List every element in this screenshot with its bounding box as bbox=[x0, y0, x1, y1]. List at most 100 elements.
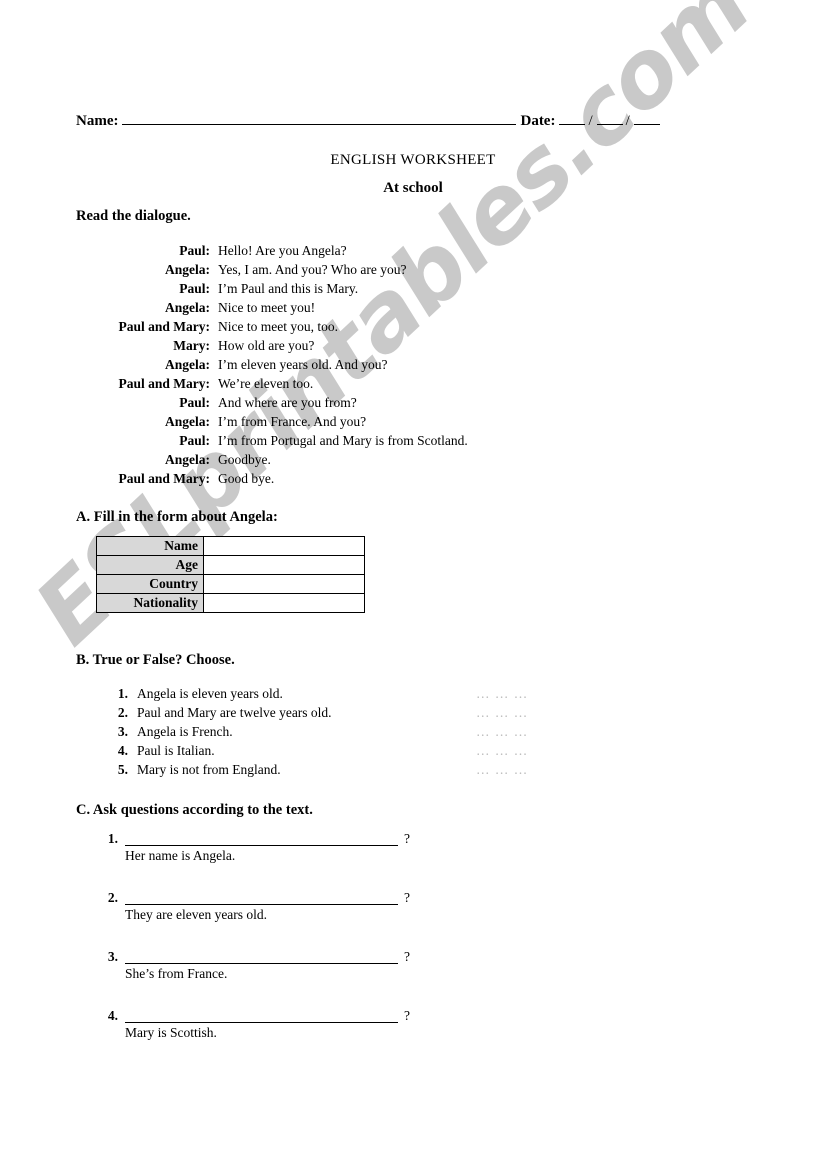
dialogue-text: I’m eleven years old. And you? bbox=[218, 357, 388, 372]
dialogue-speaker: Angela: bbox=[165, 357, 210, 372]
question-mark: ? bbox=[404, 949, 410, 964]
form-row-value[interactable] bbox=[203, 555, 365, 575]
table-row: Age bbox=[96, 555, 365, 575]
dialogue-line: Paul and Mary: Good bye. bbox=[76, 469, 636, 488]
dialogue-speaker: Paul: bbox=[179, 281, 210, 296]
question-write-line[interactable] bbox=[125, 1007, 398, 1023]
dialogue-line: Paul: And where are you from? bbox=[76, 393, 636, 412]
true-false-answer-blank[interactable]: … … … bbox=[476, 703, 554, 722]
table-row: Country bbox=[96, 574, 365, 594]
true-false-statement: Paul and Mary are twelve years old. bbox=[137, 705, 332, 720]
dialogue-text: I’m from Portugal and Mary is from Scotl… bbox=[218, 433, 468, 448]
dialogue-speaker: Paul and Mary: bbox=[118, 471, 210, 486]
question-block: 1.? Her name is Angela. bbox=[96, 830, 516, 889]
dialogue-speaker: Angela: bbox=[165, 414, 210, 429]
dialogue-speaker: Angela: bbox=[165, 300, 210, 315]
true-false-statement: Mary is not from England. bbox=[137, 762, 281, 777]
true-false-statement: Paul is Italian. bbox=[137, 743, 215, 758]
form-table-body: Name Age Country Nationality bbox=[96, 536, 365, 613]
question-line-row: ? bbox=[125, 948, 410, 964]
question-number: 3. bbox=[107, 949, 118, 964]
dialogue-text: And where are you from? bbox=[218, 395, 357, 410]
dialogue-line: Paul: Hello! Are you Angela? bbox=[76, 241, 636, 260]
dialogue-text: How old are you? bbox=[218, 338, 315, 353]
dialogue-speaker: Paul: bbox=[179, 243, 210, 258]
dialogue-text: Nice to meet you, too. bbox=[218, 319, 338, 334]
dialogue-speaker: Angela: bbox=[165, 262, 210, 277]
section-a-heading: A. Fill in the form about Angela: bbox=[76, 509, 278, 525]
dialogue-list: Paul: Hello! Are you Angela? Angela: Yes, I… bbox=[76, 241, 636, 488]
name-input-line[interactable] bbox=[122, 124, 517, 125]
date-day-blank[interactable] bbox=[559, 124, 586, 125]
dialogue-text: Yes, I am. And you? Who are you? bbox=[218, 262, 407, 277]
dialogue-speaker: Paul: bbox=[179, 433, 210, 448]
date-label: Date: bbox=[520, 113, 556, 129]
question-mark: ? bbox=[404, 831, 410, 846]
form-row-value[interactable] bbox=[203, 574, 365, 594]
table-row: Name bbox=[96, 536, 365, 556]
date-separator-2: / bbox=[625, 113, 630, 129]
dialogue-line: Angela: Yes, I am. And you? Who are you? bbox=[76, 260, 636, 279]
list-item-number: 3. bbox=[117, 724, 128, 739]
section-c-heading: C. Ask questions according to the text. bbox=[76, 802, 313, 818]
name-label: Name: bbox=[76, 113, 119, 129]
dialogue-speaker: Paul and Mary: bbox=[118, 319, 210, 334]
dialogue-speaker: Paul: bbox=[179, 395, 210, 410]
form-row-label: Age bbox=[96, 555, 204, 575]
worksheet-subtitle: At school bbox=[383, 180, 443, 196]
true-false-answer-blank[interactable]: … … … bbox=[476, 722, 554, 741]
form-row-value[interactable] bbox=[203, 593, 365, 613]
true-false-answer-blank[interactable]: … … … bbox=[476, 760, 554, 779]
dialogue-speaker: Paul and Mary: bbox=[118, 376, 210, 391]
true-false-answer-blank[interactable]: … … … bbox=[476, 741, 554, 760]
question-number: 4. bbox=[107, 1008, 118, 1023]
question-block: 3.? She’s from France. bbox=[96, 948, 516, 1007]
name-date-row: Name: Date: / / bbox=[76, 113, 756, 130]
dialogue-line: Angela: I’m eleven years old. And you? bbox=[76, 355, 636, 374]
read-dialogue-heading: Read the dialogue. bbox=[76, 208, 191, 224]
list-item-number: 4. bbox=[117, 743, 128, 758]
dialogue-speaker: Mary: bbox=[173, 338, 210, 353]
list-item: 4. Paul is Italian. … … … bbox=[104, 741, 554, 760]
dialogue-text: Good bye. bbox=[218, 471, 275, 486]
table-row: Nationality bbox=[96, 593, 365, 613]
list-item-number: 5. bbox=[117, 762, 128, 777]
true-false-statement: Angela is French. bbox=[137, 724, 233, 739]
dialogue-text: Nice to meet you! bbox=[218, 300, 316, 315]
true-false-answer-blank[interactable]: … … … bbox=[476, 684, 554, 703]
question-answer-text: They are eleven years old. bbox=[125, 907, 268, 922]
question-number: 2. bbox=[107, 890, 118, 905]
question-block: 4.? Mary is Scottish. bbox=[96, 1007, 516, 1066]
question-write-line[interactable] bbox=[125, 830, 398, 846]
form-row-label: Name bbox=[96, 536, 204, 556]
question-write-line[interactable] bbox=[125, 889, 398, 905]
dialogue-line: Angela: Nice to meet you! bbox=[76, 298, 636, 317]
dialogue-line: Paul: I’m Paul and this is Mary. bbox=[76, 279, 636, 298]
question-mark: ? bbox=[404, 890, 410, 905]
worksheet-page: ESLprintables.com Name: Date: / / ENGLIS… bbox=[0, 0, 826, 1169]
question-block: 2.? They are eleven years old. bbox=[96, 889, 516, 948]
list-item: 5. Mary is not from England. … … … bbox=[104, 760, 554, 779]
dialogue-line: Angela: Goodbye. bbox=[76, 450, 636, 469]
questions-list: 1.? Her name is Angela. 2.? They are eleven… bbox=[96, 830, 516, 1066]
list-item: 2. Paul and Mary are twelve years old. … …… bbox=[104, 703, 554, 722]
angela-form-table: Name Age Country Nationality bbox=[96, 536, 365, 613]
list-item: 1. Angela is eleven years old. … … … bbox=[104, 684, 554, 703]
dialogue-line: Paul: I’m from Portugal and Mary is from … bbox=[76, 431, 636, 450]
date-year-blank[interactable] bbox=[633, 124, 660, 125]
dialogue-line: Paul and Mary: Nice to meet you, too. bbox=[76, 317, 636, 336]
form-row-value[interactable] bbox=[203, 536, 365, 556]
question-answer-text: Mary is Scottish. bbox=[125, 1025, 217, 1040]
question-line-row: ? bbox=[125, 830, 410, 846]
form-row-label: Country bbox=[96, 574, 204, 594]
dialogue-text: I’m Paul and this is Mary. bbox=[218, 281, 359, 296]
dialogue-text: I’m from France. And you? bbox=[218, 414, 367, 429]
question-write-line[interactable] bbox=[125, 948, 398, 964]
form-row-label: Nationality bbox=[96, 593, 204, 613]
worksheet-title: ENGLISH WORKSHEET bbox=[330, 152, 496, 168]
list-item: 3. Angela is French. … … … bbox=[104, 722, 554, 741]
date-separator-1: / bbox=[588, 113, 593, 129]
section-b-heading: B. True or False? Choose. bbox=[76, 652, 235, 668]
date-month-blank[interactable] bbox=[596, 124, 623, 125]
list-item-number: 2. bbox=[117, 705, 128, 720]
